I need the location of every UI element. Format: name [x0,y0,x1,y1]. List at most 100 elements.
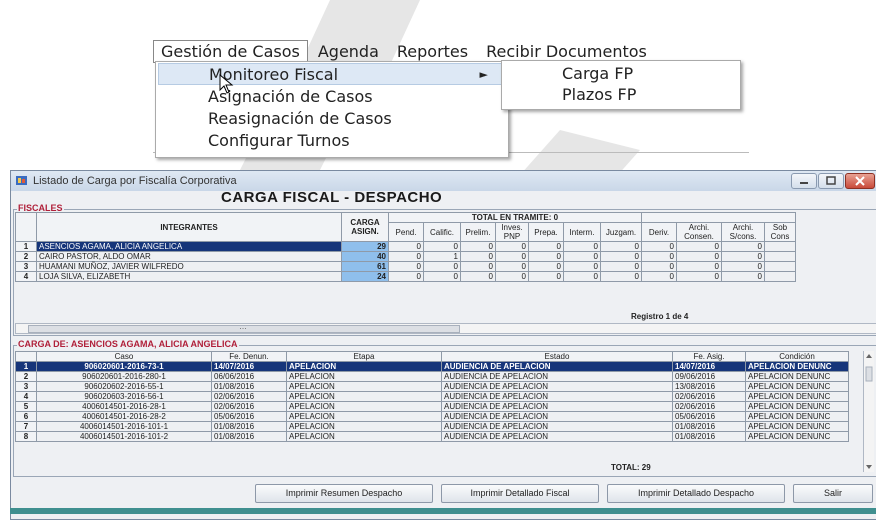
condicion-cell: APELACION DENUNC [745,431,849,442]
window-titlebar[interactable]: Listado de Carga por Fiscalía Corporativ… [11,171,876,191]
etapa-cell: APELACION [286,361,442,372]
print-resumen-button[interactable]: Imprimir Resumen Despacho [255,484,433,503]
cell-value: 0 [563,271,601,282]
cell-value: 1 [423,251,461,262]
casos-table: Caso Fe. Denun. Etapa Estado Fe. Asig. C… [15,351,849,442]
column-header-prelim[interactable]: Prelim. [460,222,496,242]
horizontal-scrollbar[interactable]: … [15,322,876,334]
estado-cell: AUDIENCIA DE APELACION [441,361,673,372]
minimize-button[interactable] [791,173,817,189]
print-detallado-despacho-button[interactable]: Imprimir Detallado Despacho [607,484,785,503]
menu-reportes[interactable]: Reportes [389,40,476,63]
table-row[interactable]: 6 4006014501-2016-28-2 05/06/2016 APELACION… [15,411,849,422]
column-header-archi-s-cons[interactable]: Archi. S/cons. [721,222,765,242]
column-header-condicion[interactable]: Condición [745,351,849,362]
row-number: 4 [15,271,37,282]
column-header-fe-denun[interactable]: Fe. Denun. [211,351,287,362]
etapa-cell: APELACION [286,421,442,432]
column-header-etapa[interactable]: Etapa [286,351,442,362]
cell-value: 0 [721,251,765,262]
maximize-button[interactable] [818,173,844,189]
column-header-estado[interactable]: Estado [441,351,673,362]
etapa-cell: APELACION [286,391,442,402]
menu-agenda[interactable]: Agenda [310,40,387,63]
etapa-cell: APELACION [286,411,442,422]
etapa-cell: APELACION [286,381,442,392]
cell-value: 0 [641,261,677,272]
cell-value: 0 [388,271,424,282]
carga-value: 24 [341,271,389,282]
menu-gestion-casos[interactable]: Gestión de Casos [153,39,308,63]
column-header-caso[interactable]: Caso [36,351,212,362]
column-header-interm[interactable]: Interm. [563,222,601,242]
cell-value: 0 [388,251,424,262]
fe-denun-cell: 01/08/2016 [211,431,287,442]
fiscal-name[interactable]: HUAMANI MUÑOZ, JAVIER WILFREDO [36,261,342,272]
column-header-juzgam[interactable]: Juzgam. [600,222,642,242]
column-header-fe-asig[interactable]: Fe. Asig. [672,351,746,362]
scrollbar-thumb[interactable]: … [28,322,460,333]
menu-item-monitoreo-fiscal[interactable]: Monitoreo Fiscal ► [158,63,503,85]
column-header-pend[interactable]: Pend. [388,222,424,242]
table-row[interactable]: 1 ASENCIOS AGAMA, ALICIA ANGELICA 29 0 0 0 0 0 0… [15,241,796,252]
column-header-tramite: TOTAL EN TRAMITE: 0 [388,212,642,223]
cell-value: 0 [676,251,722,262]
column-header-carga[interactable]: CARGA ASIGN. [341,212,389,242]
menu-item-configurar-turnos[interactable]: Configurar Turnos [208,130,350,152]
caso-cell: 906020602-2016-55-1 [36,381,212,392]
print-detallado-fiscal-button[interactable]: Imprimir Detallado Fiscal [441,484,599,503]
column-header-deriv[interactable]: Deriv. [641,222,677,242]
cell-value: 0 [563,241,601,252]
etapa-cell: APELACION [286,431,442,442]
row-number: 1 [15,241,37,252]
cell-value: 0 [460,271,496,282]
estado-cell: AUDIENCIA DE APELACION [441,401,673,412]
table-row[interactable]: 2 CAIRO PASTOR, ALDO OMAR 40 0 1 0 0 0 0 0 0 0 0 [15,251,796,262]
estado-cell: AUDIENCIA DE APELACION [441,421,673,432]
column-header-archi-consen[interactable]: Archi. Consen. [676,222,722,242]
salir-button[interactable]: Salir [793,484,873,503]
row-number-header [15,212,37,242]
condicion-cell: APELACION DENUNC [745,361,849,372]
cell-value: 0 [600,271,642,282]
carga-value: 40 [341,251,389,262]
menu-item-carga-fp[interactable]: Carga FP [562,63,633,85]
column-header-inves-pnp[interactable]: Inves. PNP [495,222,529,242]
fiscal-name[interactable]: ASENCIOS AGAMA, ALICIA ANGELICA [36,241,342,252]
fiscal-name[interactable]: LOJA SILVA, ELIZABETH [36,271,342,282]
table-row[interactable]: 7 4006014501-2016-101-1 01/08/2016 APELACIO… [15,421,849,432]
cell-value: 0 [495,261,529,272]
table-row[interactable]: 1 906020601-2016-73-1 14/07/2016 APELACION A… [15,361,849,372]
column-header-sob-cons[interactable]: Sob Cons [764,222,796,242]
menu-item-reasignacion-casos[interactable]: Reasignación de Casos [208,108,392,130]
cell-value: 0 [563,261,601,272]
vertical-scrollbar[interactable] [863,351,874,472]
table-row[interactable]: 3 HUAMANI MUÑOZ, JAVIER WILFREDO 61 0 0 0 0 0 0 0… [15,261,796,272]
fiscal-name[interactable]: CAIRO PASTOR, ALDO OMAR [36,251,342,262]
cell-value: 0 [423,261,461,272]
row-number: 2 [15,251,37,262]
fe-asig-cell: 02/06/2016 [672,391,746,402]
fe-asig-cell: 05/06/2016 [672,411,746,422]
menu-item-plazos-fp[interactable]: Plazos FP [562,84,636,106]
cell-value [764,241,796,252]
condicion-cell: APELACION DENUNC [745,421,849,432]
scroll-arrows-icon [865,354,873,469]
column-header-integrantes[interactable]: INTEGRANTES [36,212,342,242]
table-row[interactable]: 2 906020601-2016-280-1 06/06/2016 APELACION… [15,371,849,382]
table-row[interactable]: 8 4006014501-2016-101-2 01/08/2016 APELACIO… [15,431,849,442]
column-header-calific[interactable]: Calific. [423,222,461,242]
fe-asig-cell: 01/08/2016 [672,421,746,432]
close-button[interactable] [845,173,875,189]
estado-cell: AUDIENCIA DE APELACION [441,371,673,382]
row-number: 3 [15,261,37,272]
fe-denun-cell: 02/06/2016 [211,391,287,402]
cell-value: 0 [528,271,564,282]
column-header-prepa[interactable]: Prepa. [528,222,564,242]
table-row[interactable]: 4 LOJA SILVA, ELIZABETH 24 0 0 0 0 0 0 0 0 0 0 [15,271,796,282]
table-row[interactable]: 4 906020603-2016-56-1 02/06/2016 APELACION A… [15,391,849,402]
table-row[interactable]: 3 906020602-2016-55-1 01/08/2016 APELACION A… [15,381,849,392]
table-row[interactable]: 5 4006014501-2016-28-1 02/06/2016 APELACION… [15,401,849,412]
fe-denun-cell: 14/07/2016 [211,361,287,372]
monitoreo-submenu: Carga FP Plazos FP [501,60,741,110]
